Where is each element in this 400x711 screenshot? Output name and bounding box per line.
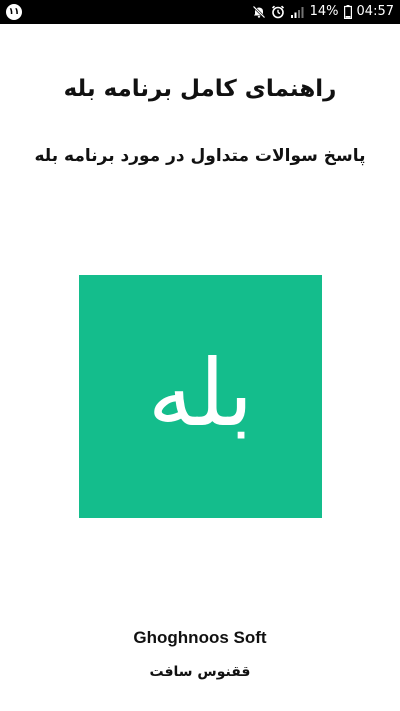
notification-badge-text: ۱۱ <box>8 7 20 17</box>
logo-text: بله <box>147 339 254 447</box>
app-logo: بله <box>79 275 322 518</box>
battery-icon <box>343 5 352 19</box>
page-subtitle: پاسخ سوالات متداول در مورد برنامه بله <box>34 146 366 166</box>
alarm-icon <box>271 5 285 19</box>
status-left: ۱۱ <box>6 0 22 24</box>
signal-icon <box>290 6 305 19</box>
notification-badge-icon: ۱۱ <box>6 4 22 20</box>
battery-percent: 14% <box>309 4 339 19</box>
company-name-persian: ققنوس سافت <box>149 664 251 680</box>
status-right: 14% 04:57 <box>252 0 394 24</box>
mute-icon <box>252 5 266 19</box>
clock: 04:57 <box>356 4 394 19</box>
status-bar: ۱۱ 14% 04:57 <box>0 0 400 24</box>
company-name-english: Ghoghnoos Soft <box>133 628 267 647</box>
page-title: راهنمای کامل برنامه بله <box>63 76 337 102</box>
